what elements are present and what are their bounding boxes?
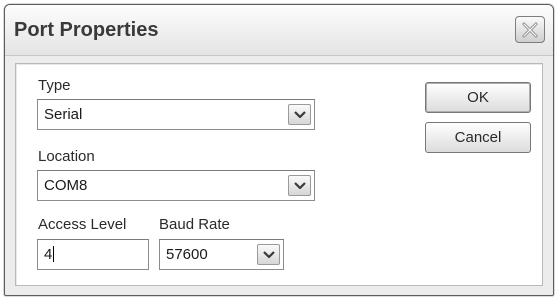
text-cursor bbox=[53, 246, 55, 262]
location-label: Location bbox=[38, 148, 95, 165]
chevron-down-icon bbox=[293, 110, 306, 118]
type-dropdown-button[interactable] bbox=[288, 104, 311, 125]
baud-rate-dropdown-button[interactable] bbox=[257, 244, 280, 265]
access-level-value-wrap: 4 bbox=[44, 246, 55, 264]
type-value: Serial bbox=[44, 106, 83, 123]
type-dropdown[interactable]: Serial bbox=[37, 99, 315, 130]
dialog-title: Port Properties bbox=[14, 19, 159, 41]
close-icon bbox=[522, 22, 538, 37]
location-dropdown[interactable]: COM8 bbox=[37, 170, 315, 201]
baud-rate-label: Baud Rate bbox=[159, 216, 230, 233]
cancel-button[interactable]: Cancel bbox=[425, 122, 531, 153]
port-properties-dialog: Port Properties Type Serial Location COM… bbox=[4, 4, 554, 296]
location-value: COM8 bbox=[44, 177, 88, 194]
type-label: Type bbox=[38, 77, 71, 94]
access-level-input[interactable]: 4 bbox=[37, 239, 149, 270]
close-button[interactable] bbox=[515, 16, 545, 43]
location-dropdown-button[interactable] bbox=[288, 175, 311, 196]
chevron-down-icon bbox=[293, 181, 306, 189]
baud-rate-value: 57600 bbox=[166, 246, 208, 263]
access-level-label: Access Level bbox=[38, 216, 127, 233]
baud-rate-dropdown[interactable]: 57600 bbox=[159, 239, 284, 270]
chevron-down-icon bbox=[262, 250, 275, 258]
access-level-value: 4 bbox=[44, 246, 53, 263]
ok-button[interactable]: OK bbox=[425, 82, 531, 113]
title-bar[interactable]: Port Properties bbox=[5, 5, 553, 56]
dialog-body: Type Serial Location COM8 Access Level 4 bbox=[15, 63, 543, 286]
